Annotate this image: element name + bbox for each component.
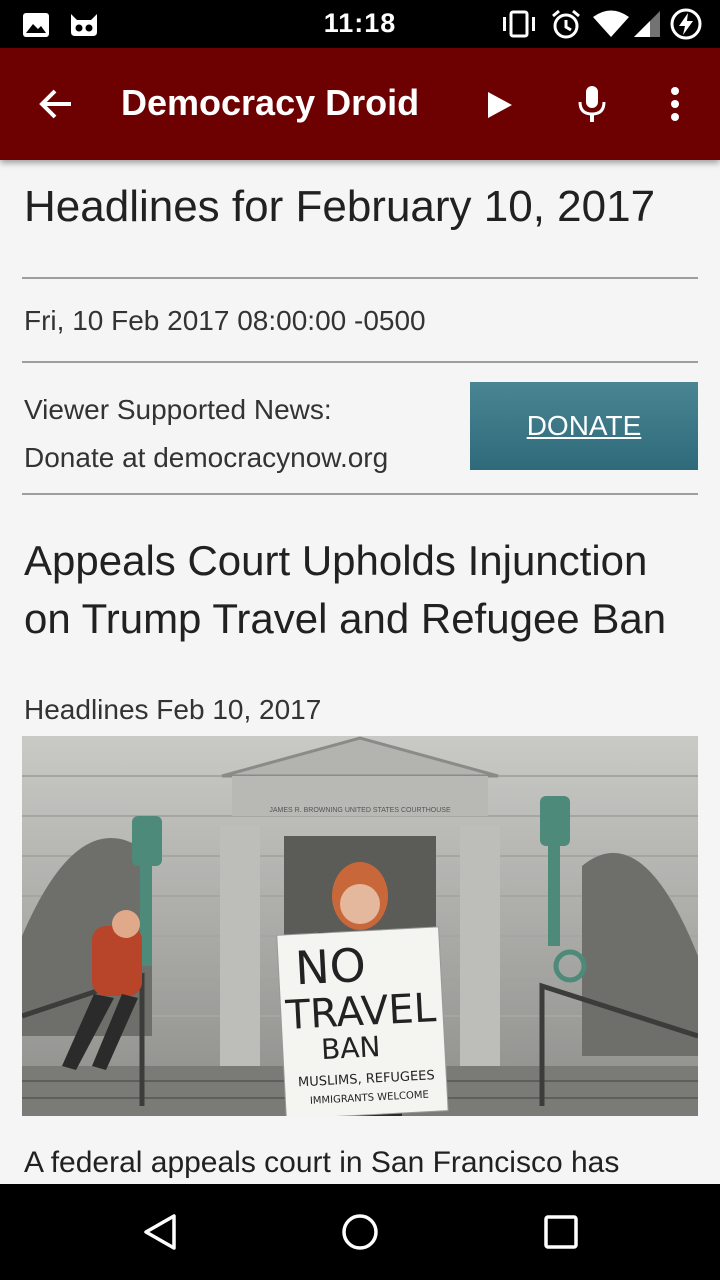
- home-circle-icon[interactable]: [340, 1212, 380, 1252]
- donate-button[interactable]: DONATE: [470, 382, 698, 470]
- article-content[interactable]: Headlines for February 10, 2017 Fri, 10 …: [0, 160, 720, 1184]
- play-icon[interactable]: [486, 90, 514, 120]
- viewer-supported-text: Viewer Supported News: Donate at democra…: [24, 386, 388, 482]
- app-title: Democracy Droid: [121, 82, 420, 123]
- wifi-icon: [593, 10, 629, 37]
- status-bar: 11:18: [0, 0, 720, 48]
- protest-sign-line-1: NO: [294, 938, 367, 996]
- divider: [22, 277, 698, 279]
- mic-icon[interactable]: [576, 84, 608, 124]
- divider: [22, 361, 698, 363]
- story-photo: JAMES R. BROWNING UNITED STATES COURTHOU…: [22, 736, 698, 1116]
- publish-date: Fri, 10 Feb 2017 08:00:00 -0500: [24, 305, 426, 336]
- story-subtitle: Headlines Feb 10, 2017: [24, 694, 322, 725]
- story-title: Appeals Court Upholds Injunction on Trum…: [24, 537, 667, 642]
- arrow-left-icon[interactable]: [38, 86, 74, 122]
- vibrate-icon: [503, 10, 535, 38]
- back-triangle-icon[interactable]: [140, 1212, 180, 1252]
- battery-charging-icon: [670, 8, 702, 40]
- signal-icon: [634, 11, 660, 37]
- courthouse-photo: JAMES R. BROWNING UNITED STATES COURTHOU…: [22, 736, 698, 1116]
- page-title: Headlines for February 10, 2017: [24, 182, 656, 231]
- story-body: A federal appeals court in San Francisco…: [24, 1146, 620, 1179]
- alarm-icon: [552, 9, 580, 39]
- viewer-line-2: Donate at democracynow.org: [24, 442, 389, 473]
- courthouse-sign: JAMES R. BROWNING UNITED STATES COURTHOU…: [269, 807, 451, 814]
- protest-sign-line-3: BAN: [320, 1030, 381, 1066]
- navigation-bar: [0, 1184, 720, 1280]
- more-vert-icon[interactable]: [668, 86, 682, 122]
- viewer-line-1: Viewer Supported News:: [24, 394, 332, 425]
- recents-square-icon[interactable]: [541, 1212, 581, 1252]
- app-bar: Democracy Droid: [0, 48, 720, 160]
- divider: [22, 493, 698, 495]
